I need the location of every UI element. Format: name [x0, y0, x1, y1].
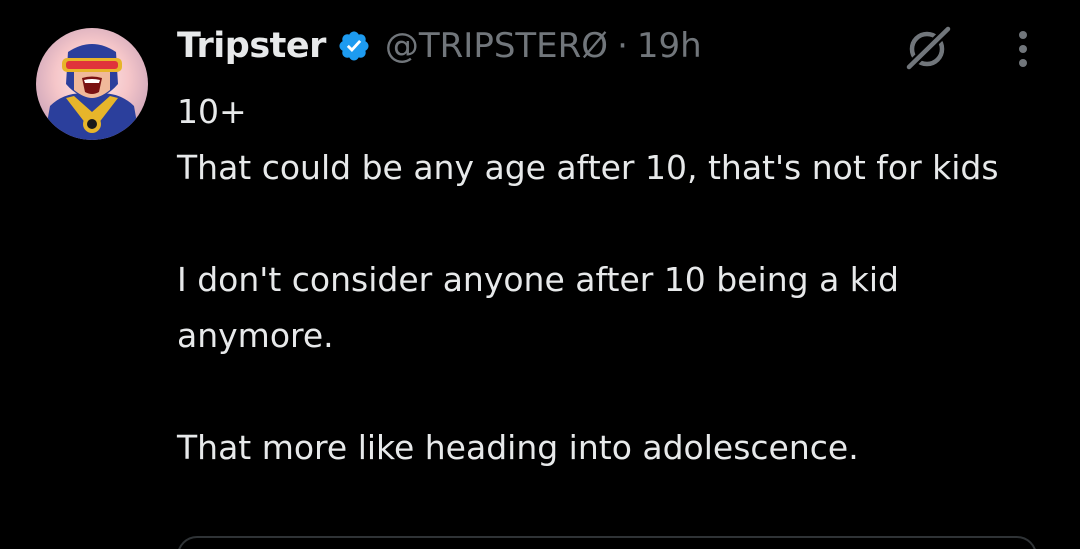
tweet-line-2: That could be any age after 10, that's n…	[177, 148, 999, 187]
author-handle[interactable]: @TRIPSTERØ	[385, 26, 608, 66]
tweet-header: Tripster @TRIPSTERØ · 19h	[177, 22, 702, 70]
tweet-paragraph-3: That more like heading into adolescence.	[177, 428, 859, 467]
tweet[interactable]: Tripster @TRIPSTERØ · 19h 10+ That could…	[0, 0, 1080, 549]
embedded-card-edge[interactable]	[177, 536, 1037, 549]
more-options-icon[interactable]	[1008, 26, 1038, 72]
cyclops-avatar-image	[36, 28, 148, 140]
tweet-line-1: 10+	[177, 92, 247, 131]
author-name[interactable]: Tripster	[177, 26, 326, 66]
verified-badge-icon[interactable]	[337, 29, 371, 63]
post-time[interactable]: 19h	[637, 26, 702, 66]
grok-icon[interactable]	[903, 23, 953, 73]
tweet-text: 10+ That could be any age after 10, that…	[177, 84, 1037, 476]
separator-dot: ·	[617, 26, 628, 66]
avatar[interactable]	[36, 28, 148, 140]
tweet-paragraph-2: I don't consider anyone after 10 being a…	[177, 260, 900, 355]
